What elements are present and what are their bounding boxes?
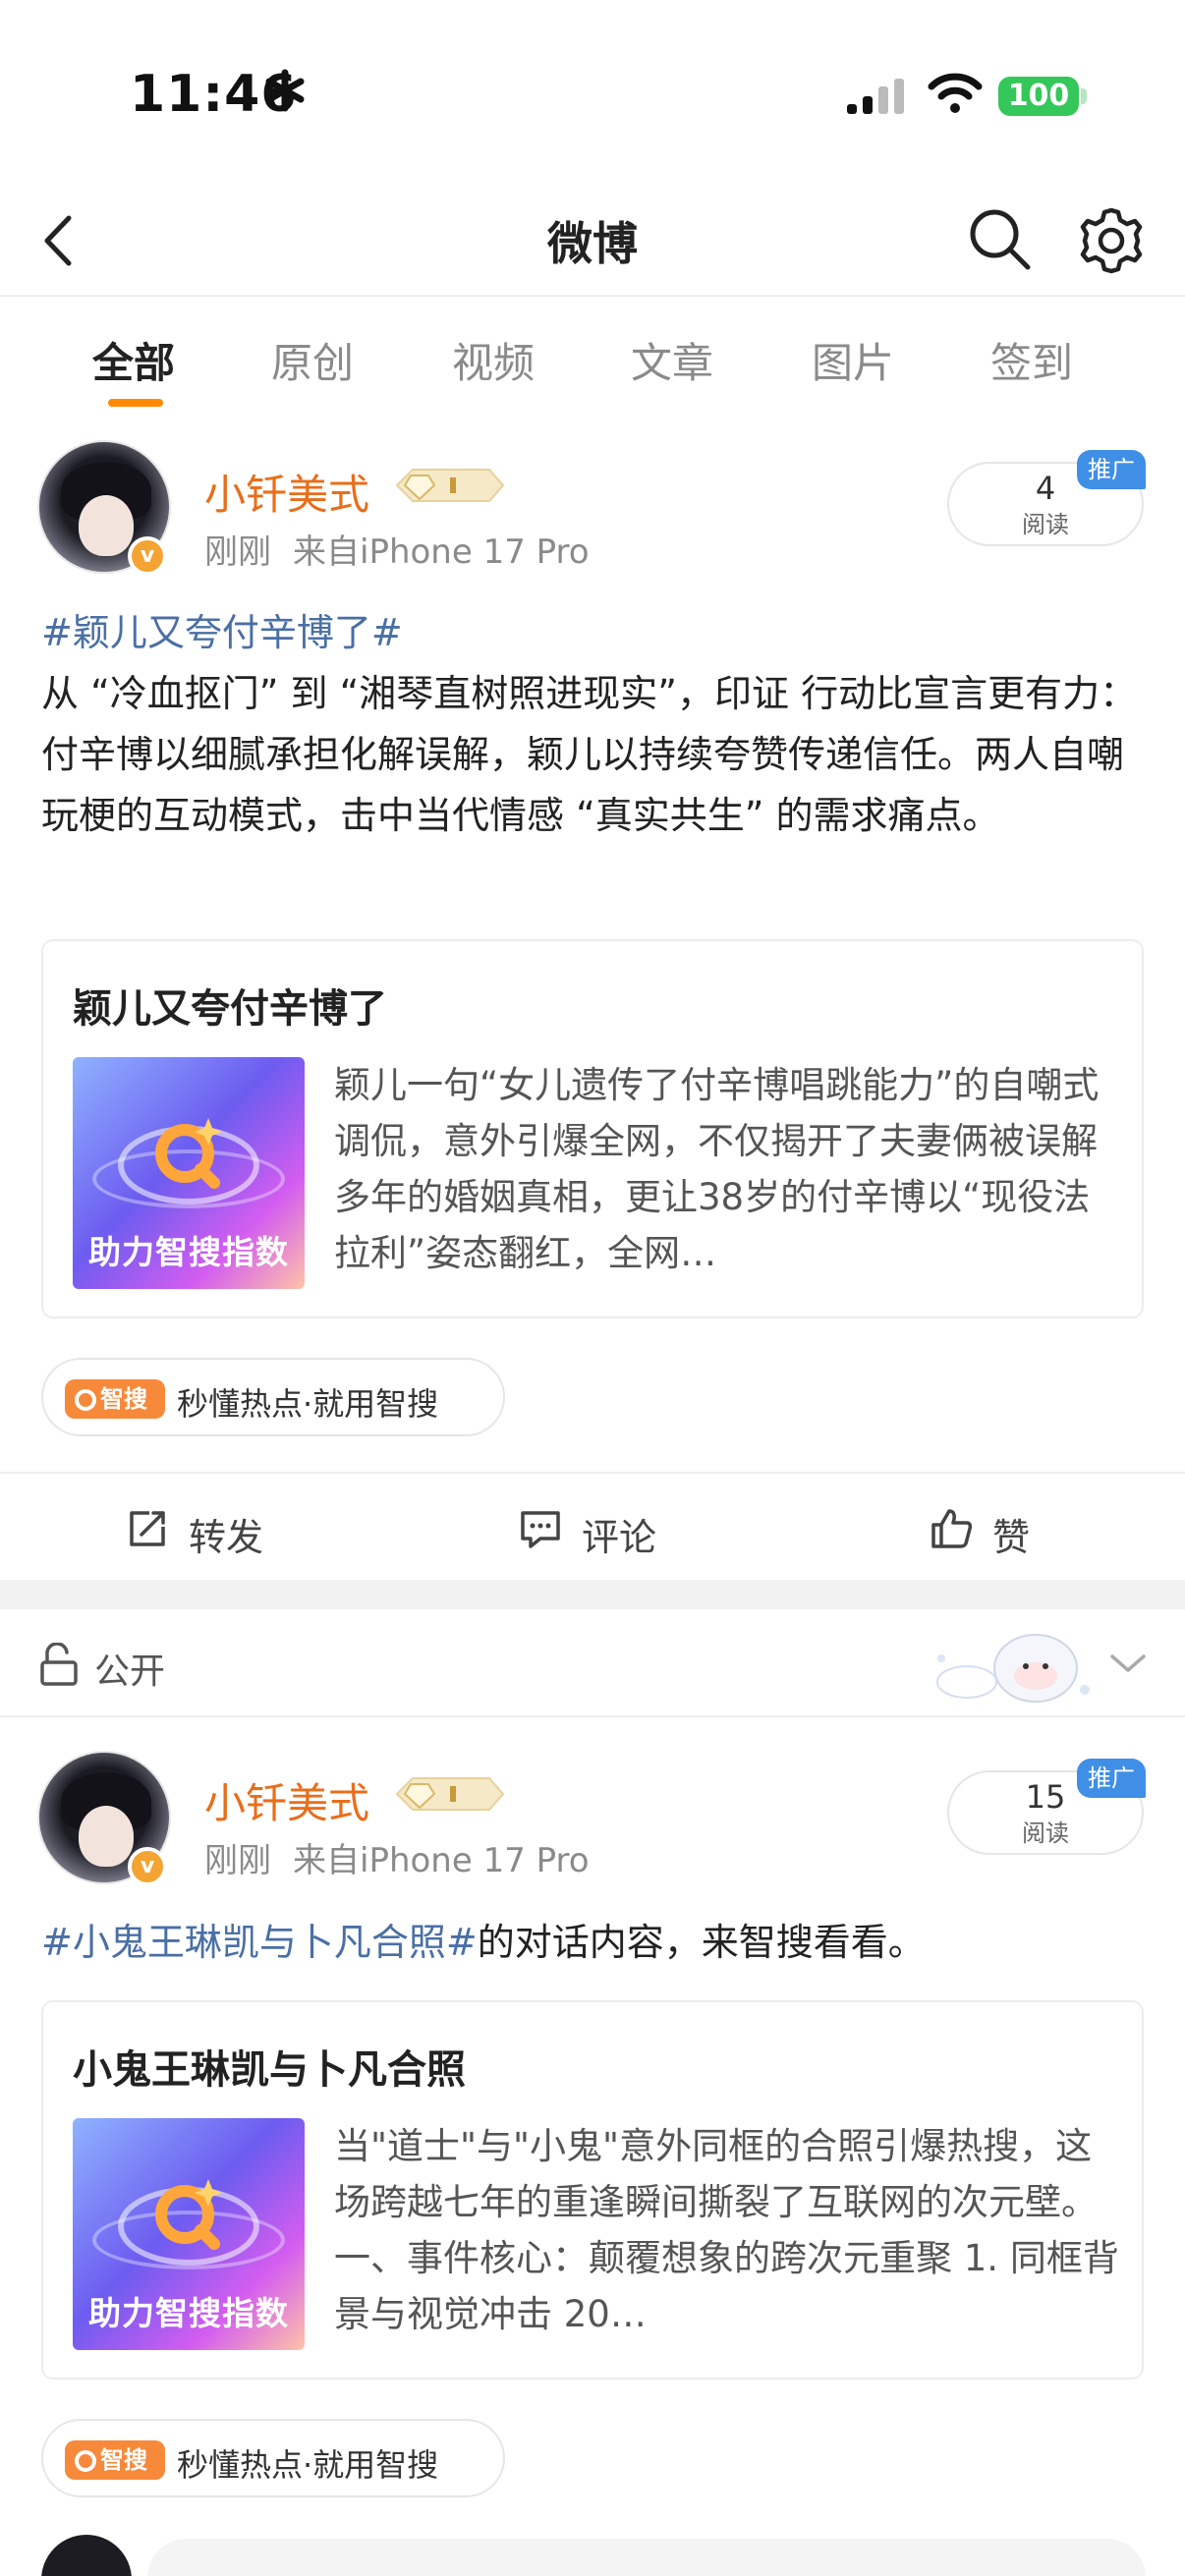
post-time: 刚刚 xyxy=(204,1841,271,1880)
post-meta: 刚刚 来自iPhone 17 Pro xyxy=(204,1833,590,1881)
member-badge-icon xyxy=(395,1777,505,1811)
card-description: 颖儿一句“女儿遗传了付辛博唱跳能力”的自嘲式调侃，意外引爆全网，不仅揭开了夫妻俩… xyxy=(334,1064,1100,1274)
card-title: 小鬼王琳凯与卜凡合照 xyxy=(73,2047,466,2093)
smart-search-chip-logo: 智搜 xyxy=(65,2440,165,2480)
tab-checkin[interactable]: 签到 xyxy=(990,330,1073,390)
active-tab-indicator xyxy=(108,399,163,407)
status-bar: 11:46 100 xyxy=(0,0,1185,187)
card-title: 颖儿又夸付辛博了 xyxy=(73,986,387,1032)
repost-icon xyxy=(130,1511,165,1546)
card-thumbnail: 助力智搜指数 xyxy=(73,2118,305,2350)
comment-label: 评论 xyxy=(582,1516,657,1559)
cloud-sticker-icon xyxy=(936,1634,1090,1703)
card-thumbnail: 助力智搜指数 xyxy=(73,1057,305,1289)
smart-search-chip[interactable]: 智搜 秒懂热点·就用智搜 xyxy=(41,1358,505,1436)
cellular-signal-icon xyxy=(847,79,904,114)
chip-search-icon xyxy=(75,1389,96,1411)
action-bar: 转发 评论 赞 xyxy=(0,1472,1185,1578)
verified-badge-icon: v xyxy=(128,1847,167,1886)
visibility-bar[interactable]: 公开 xyxy=(0,1609,1185,1717)
promo-tag: 推广 xyxy=(1077,450,1146,489)
author-name[interactable]: 小钎美式 xyxy=(204,462,369,522)
wifi-icon xyxy=(928,73,983,113)
comment-icon xyxy=(521,1511,560,1548)
like-label: 赞 xyxy=(992,1516,1031,1559)
battery-tip xyxy=(1081,88,1087,104)
tab-all[interactable]: 全部 xyxy=(92,330,175,390)
smart-search-logo-icon xyxy=(155,2179,222,2250)
tab-picture[interactable]: 图片 xyxy=(812,330,894,390)
verified-badge-icon: v xyxy=(128,536,167,576)
chip-search-icon xyxy=(75,2450,96,2472)
filter-tabs: 全部 原创 视频 文章 图片 签到 xyxy=(0,297,1185,415)
smart-search-chip[interactable]: 智搜 秒懂热点·就用智搜 xyxy=(41,2419,505,2497)
visibility-label: 公开 xyxy=(94,1652,166,1692)
post-body: #小鬼王琳凯与卜凡合照#的对话内容，来智搜看看。 xyxy=(41,1912,1152,1973)
post-source: 来自iPhone 17 Pro xyxy=(293,1841,590,1880)
post-hashtag[interactable]: #小鬼王琳凯与卜凡合照# xyxy=(41,1921,478,1964)
post-text: 的对话内容，来智搜看看。 xyxy=(477,1921,926,1964)
avatar-face xyxy=(79,1806,134,1867)
post-text: 从 “冷血抠门” 到 “湘琴直树照进现实”，印证 行动比宣言更有力：付辛博以细腻… xyxy=(41,672,1138,837)
avatar-face xyxy=(79,495,134,556)
chip-label: 秒懂热点·就用智搜 xyxy=(177,2446,439,2484)
post-hashtag[interactable]: #颖儿又夸付辛博了# xyxy=(41,602,1152,663)
post-time: 刚刚 xyxy=(204,532,271,572)
chevron-down-icon[interactable] xyxy=(1108,1649,1148,1678)
read-label: 阅读 xyxy=(1022,1820,1069,1847)
post-source: 来自iPhone 17 Pro xyxy=(293,532,590,572)
unlock-icon xyxy=(40,1643,78,1686)
topic-card[interactable]: 小鬼王琳凯与卜凡合照 助力智搜指数 当"道士"与"小鬼"意外同框的合照引爆热搜，… xyxy=(41,2000,1144,2380)
smart-search-chip-logo: 智搜 xyxy=(65,1379,165,1419)
tab-original[interactable]: 原创 xyxy=(271,330,354,390)
promo-tag: 推广 xyxy=(1077,1759,1146,1798)
member-badge-icon xyxy=(395,469,505,502)
section-separator xyxy=(0,1580,1185,1609)
topic-card[interactable]: 颖儿又夸付辛博了 助力智搜指数 颖儿一句“女儿遗传了付辛博唱跳能力”的自嘲式调侃… xyxy=(41,939,1144,1318)
smart-search-logo-icon xyxy=(155,1118,222,1189)
reply-input[interactable] xyxy=(147,2539,1146,2576)
thumbs-up-icon xyxy=(931,1509,973,1548)
gear-icon[interactable] xyxy=(1073,202,1150,279)
post-meta: 刚刚 来自iPhone 17 Pro xyxy=(204,525,590,573)
post-body: #颖儿又夸付辛博了# 从 “冷血抠门” 到 “湘琴直树照进现实”，印证 行动比宣… xyxy=(41,602,1152,846)
chip-logo-text: 智搜 xyxy=(100,1385,147,1413)
asterisk-icon xyxy=(265,69,305,112)
battery-indicator: 100 xyxy=(998,77,1079,116)
search-icon[interactable] xyxy=(963,202,1038,277)
nav-bar: 微博 xyxy=(0,187,1185,297)
tab-video[interactable]: 视频 xyxy=(452,330,535,390)
card-description: 当"道士"与"小鬼"意外同框的合照引爆热搜，这场跨越七年的重逢瞬间撕裂了互联网的… xyxy=(334,2125,1119,2335)
chip-logo-text: 智搜 xyxy=(100,2446,147,2474)
card-thumb-text: 助力智搜指数 xyxy=(88,2294,289,2332)
read-label: 阅读 xyxy=(1022,511,1069,538)
author-name[interactable]: 小钎美式 xyxy=(204,1770,369,1830)
reply-avatar[interactable] xyxy=(41,2535,132,2576)
tab-article[interactable]: 文章 xyxy=(631,330,713,390)
repost-label: 转发 xyxy=(189,1516,264,1559)
card-thumb-text: 助力智搜指数 xyxy=(88,1233,289,1271)
chip-label: 秒懂热点·就用智搜 xyxy=(177,1385,439,1423)
